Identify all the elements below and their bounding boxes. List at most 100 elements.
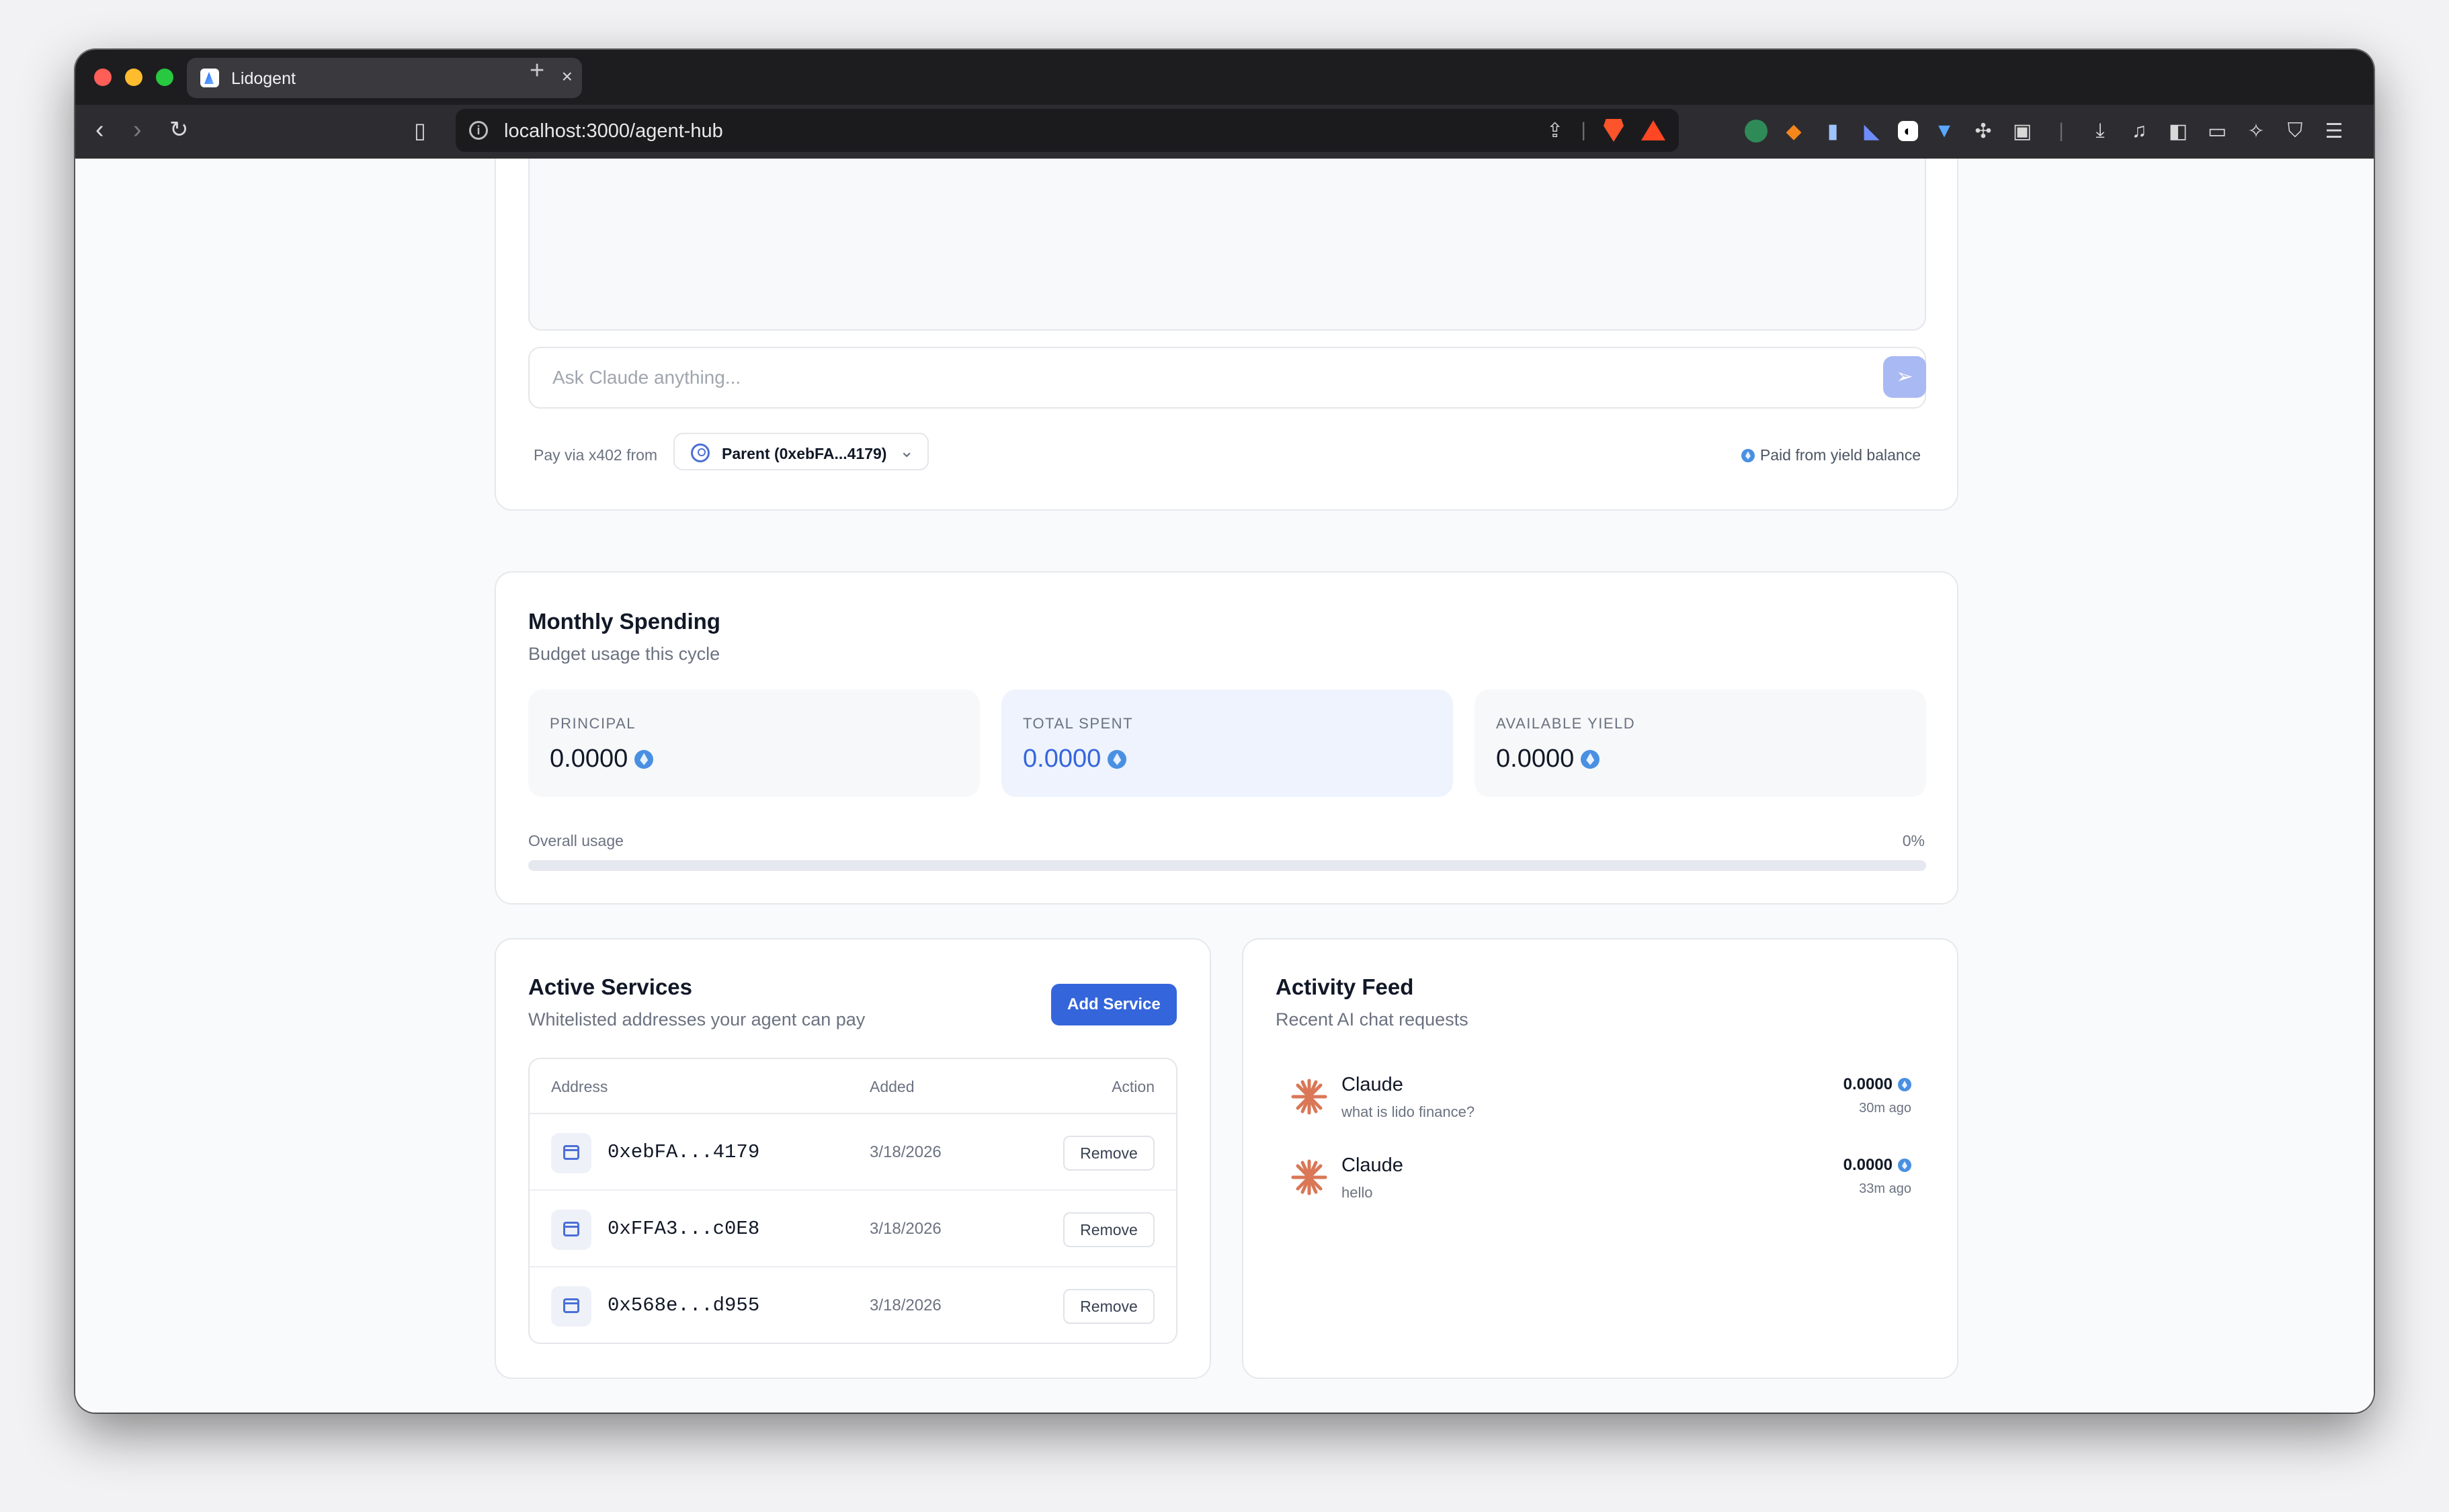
list-item: Claude what is lido finance? 0.0000 30m …	[1276, 1067, 1927, 1128]
wallet-icon	[551, 1210, 591, 1250]
wallet-icon[interactable]: ▭	[2204, 118, 2230, 144]
steth-coin-icon	[1581, 749, 1600, 769]
extensions-puzzle-icon[interactable]: ✣	[1970, 118, 1996, 144]
extension-doc-icon[interactable]: ▮	[1820, 118, 1845, 144]
reload-icon[interactable]: ↻	[169, 118, 189, 141]
favicon-icon	[200, 69, 219, 87]
forward-icon[interactable]: ›	[133, 117, 142, 142]
activity-time: 30m ago	[1859, 1101, 1911, 1116]
pay-via-label: Pay via x402 from	[534, 446, 658, 464]
wallet-icon	[551, 1133, 591, 1173]
activity-title: Activity Feed	[1276, 974, 1414, 999]
column-header-action: Action	[1112, 1078, 1155, 1095]
stat-value-text: 0.0000	[1023, 745, 1102, 773]
chat-card: ➢ Pay via x402 from Parent (0xebFA...417…	[495, 159, 1958, 511]
stat-principal: PRINCIPAL 0.0000	[528, 689, 980, 797]
steth-coin-icon	[1108, 749, 1127, 769]
column-header-address: Address	[551, 1078, 608, 1095]
brave-shields-icon[interactable]	[1604, 119, 1624, 142]
maximize-window-button[interactable]	[156, 69, 173, 86]
extension-square-icon[interactable]: ◐	[1898, 121, 1918, 141]
activity-feed-card: Activity Feed Recent AI chat requests Cl…	[1242, 938, 1958, 1379]
steth-coin-icon	[634, 749, 654, 769]
paid-note-text: Paid from yield balance	[1759, 446, 1921, 464]
steth-coin-icon	[1898, 1078, 1911, 1091]
send-icon[interactable]: ➢	[1883, 356, 1926, 398]
vpn-shield-icon[interactable]: ⛉	[2282, 118, 2308, 144]
usage-label: Overall usage	[528, 832, 624, 849]
spending-title: Monthly Spending	[528, 609, 720, 634]
activity-time: 33m ago	[1859, 1181, 1911, 1196]
extension-green-icon[interactable]	[1745, 120, 1768, 142]
paid-note: Paid from yield balance	[1741, 446, 1921, 464]
extension-bird-icon[interactable]: ◣	[1859, 118, 1884, 144]
back-icon[interactable]: ‹	[95, 117, 104, 142]
tab-title: Lidogent	[231, 69, 296, 88]
services-table: Address Added Action 0xebFA...4179 3/18/…	[528, 1058, 1177, 1344]
metamask-icon[interactable]: ◆	[1781, 118, 1807, 144]
service-address: 0xebFA...4179	[608, 1141, 760, 1163]
service-added-date: 3/18/2026	[870, 1296, 942, 1314]
extension-diamond-icon[interactable]: ▼	[1932, 118, 1957, 144]
wallet-icon	[551, 1286, 591, 1327]
activity-amount-text: 0.0000	[1843, 1156, 1893, 1174]
divider: |	[1581, 119, 1586, 141]
close-tab-icon[interactable]: ×	[562, 66, 573, 87]
remove-button[interactable]: Remove	[1063, 1136, 1155, 1171]
table-header: Address Added Action	[530, 1059, 1176, 1114]
remove-button[interactable]: Remove	[1063, 1212, 1155, 1247]
stat-label: TOTAL SPENT	[1023, 715, 1134, 732]
browser-toolbar: ‹ › ↻ ▯ i localhost:3000/agent-hub ⇪ | ◆…	[75, 105, 2374, 159]
brave-rewards-icon[interactable]	[1641, 120, 1665, 140]
download-icon[interactable]: ⤓	[2087, 118, 2113, 144]
usage-percent: 0%	[1902, 832, 1925, 849]
add-service-button[interactable]: Add Service	[1051, 984, 1177, 1025]
menu-icon[interactable]: ☰	[2321, 118, 2347, 144]
table-row: 0xebFA...4179 3/18/2026 Remove	[530, 1114, 1176, 1191]
music-icon[interactable]: ♫	[2126, 118, 2152, 144]
sidebar-icon[interactable]: ◧	[2165, 118, 2191, 144]
divider: |	[2059, 120, 2064, 142]
chat-messages-area	[528, 159, 1926, 331]
table-row: 0xFFA3...c0E8 3/18/2026 Remove	[530, 1191, 1176, 1267]
address-bar[interactable]: i localhost:3000/agent-hub ⇪ |	[456, 109, 1679, 152]
activity-amount: 0.0000	[1843, 1075, 1911, 1094]
service-added-date: 3/18/2026	[870, 1220, 942, 1238]
activity-message: hello	[1341, 1184, 1373, 1201]
page-content: ➢ Pay via x402 from Parent (0xebFA...417…	[75, 159, 2374, 1413]
remove-button[interactable]: Remove	[1063, 1289, 1155, 1324]
column-header-added: Added	[870, 1078, 915, 1095]
usage-progress-bar	[528, 860, 1926, 871]
service-address: 0x568e...d955	[608, 1294, 760, 1316]
extensions-row: ◆ ▮ ◣ ◐ ▼ ✣ ▣ | ⤓ ♫ ◧ ▭ ✧ ⛉ ☰	[1745, 118, 2347, 144]
activity-name: Claude	[1341, 1154, 1403, 1176]
activity-amount: 0.0000	[1843, 1156, 1911, 1175]
browser-tab[interactable]: Lidogent ×	[187, 58, 582, 98]
bookmark-icon[interactable]: ▯	[414, 120, 426, 141]
close-window-button[interactable]	[94, 69, 112, 86]
steth-coin-icon	[1898, 1159, 1911, 1172]
extension-search-icon[interactable]: ▣	[2009, 118, 2035, 144]
new-tab-button[interactable]: +	[530, 56, 544, 85]
leo-ai-icon[interactable]: ✧	[2243, 118, 2269, 144]
site-info-icon[interactable]: i	[469, 121, 488, 140]
url-text[interactable]: localhost:3000/agent-hub	[504, 120, 723, 142]
share-icon[interactable]: ⇪	[1546, 119, 1563, 142]
stat-value-text: 0.0000	[550, 745, 628, 773]
stat-value: 0.0000	[1496, 745, 1600, 773]
activity-amount-text: 0.0000	[1843, 1075, 1893, 1093]
pay-source-select[interactable]: Parent (0xebFA...4179) ⌄	[673, 433, 929, 470]
spending-subtitle: Budget usage this cycle	[528, 644, 720, 664]
stat-label: PRINCIPAL	[550, 715, 636, 732]
chevron-down-icon: ⌄	[899, 441, 914, 461]
address-bar-actions: ⇪ |	[1546, 118, 1665, 142]
minimize-window-button[interactable]	[125, 69, 142, 86]
services-subtitle: Whitelisted addresses your agent can pay	[528, 1009, 866, 1030]
activity-subtitle: Recent AI chat requests	[1276, 1009, 1468, 1030]
services-title: Active Services	[528, 974, 693, 999]
list-item: Claude hello 0.0000 33m ago	[1276, 1148, 1927, 1208]
tab-bar: Lidogent × +	[75, 50, 2374, 105]
activity-name: Claude	[1341, 1074, 1403, 1095]
stat-value: 0.0000	[1023, 745, 1127, 773]
chat-input[interactable]	[528, 347, 1926, 409]
